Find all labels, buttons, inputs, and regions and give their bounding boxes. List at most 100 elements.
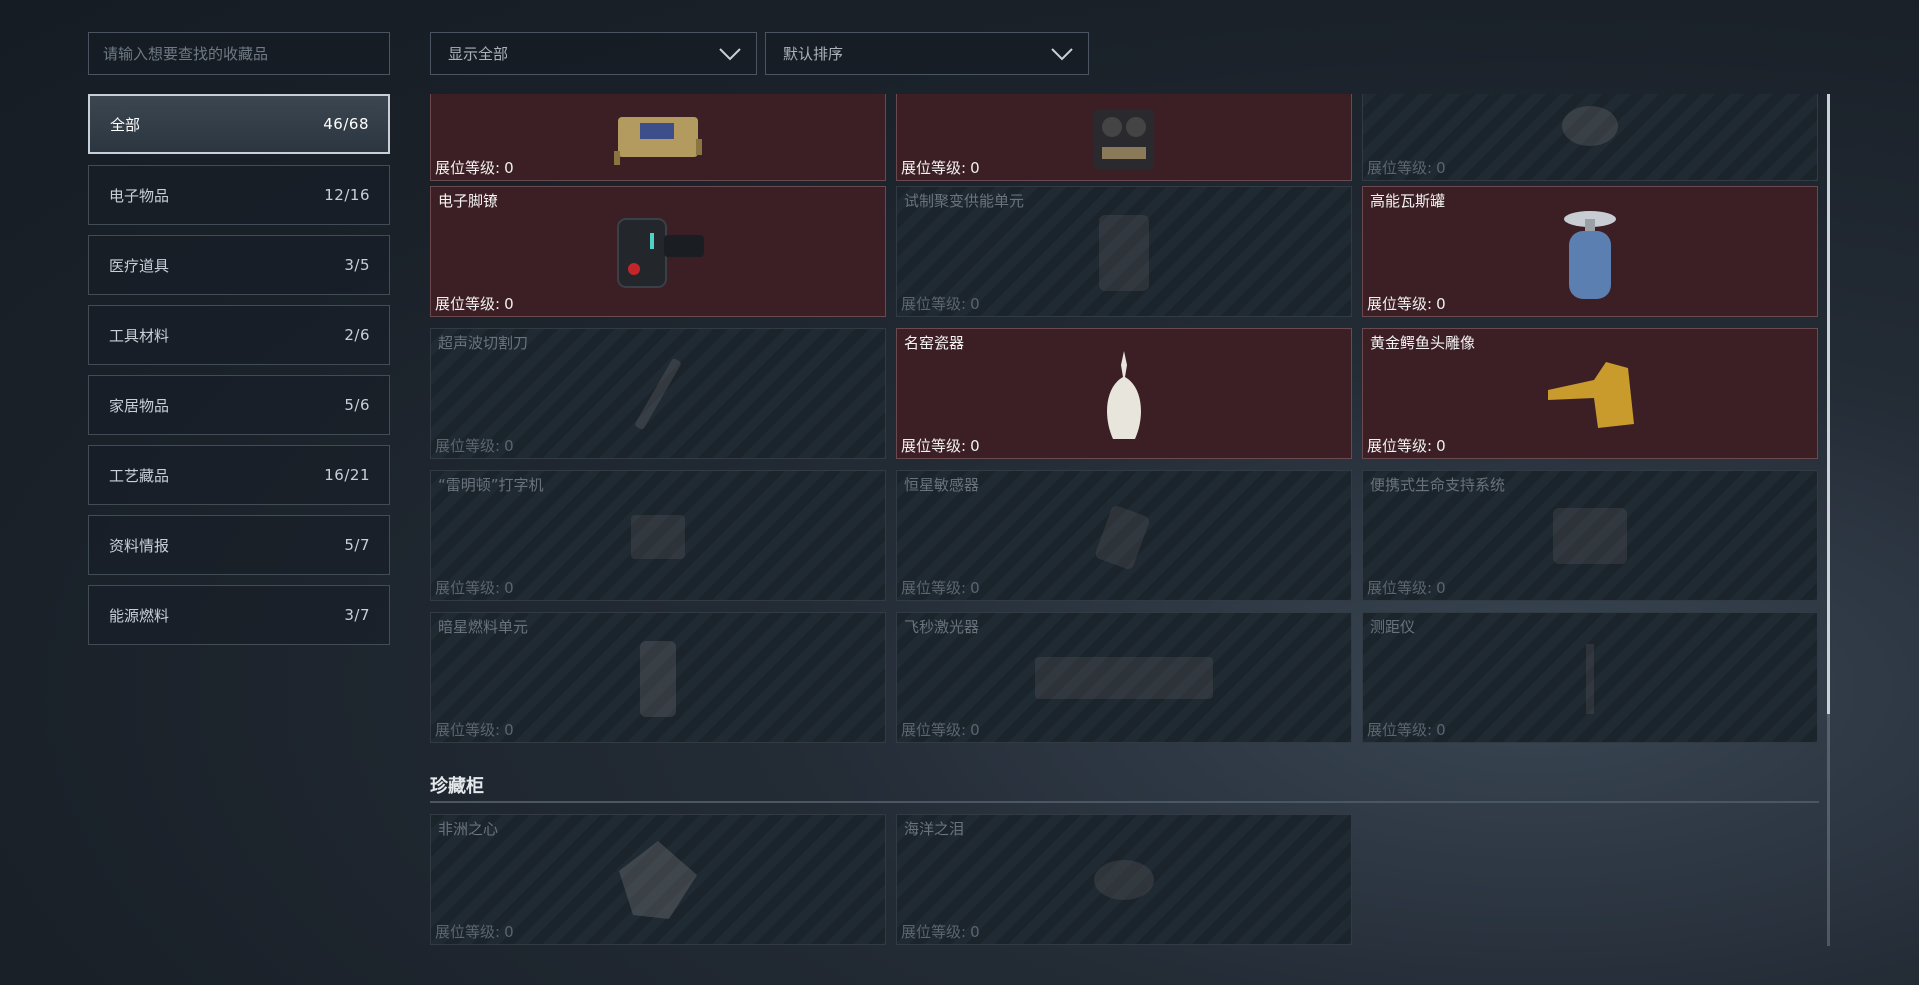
sidebar-item-fuel[interactable]: 能源燃料 3/7 — [88, 585, 390, 645]
router-device-icon — [614, 116, 702, 165]
item-name: 非洲之心 — [438, 820, 499, 838]
item-name: 试制聚变供能单元 — [904, 192, 1025, 210]
sidebar-item-all[interactable]: 全部 46/68 — [88, 94, 390, 154]
collection-card[interactable]: 试制聚变供能单元 展位等级: 0 — [896, 186, 1352, 317]
artifact-icon — [1562, 105, 1618, 146]
sidebar-item-count: 2/6 — [344, 326, 370, 344]
sidebar-item-count: 16/21 — [324, 466, 370, 484]
gold-crocodile-icon — [1548, 361, 1634, 428]
collection-card[interactable]: 超声波切割刀 展位等级: 0 — [430, 328, 886, 459]
typewriter-icon — [631, 514, 685, 559]
collection-card[interactable]: 飞秒激光器 展位等级: 0 — [896, 612, 1352, 743]
display-level: 展位等级: 0 — [1367, 721, 1446, 739]
display-level: 展位等级: 0 — [901, 923, 980, 941]
sidebar-item-label: 电子物品 — [109, 186, 170, 205]
collection-card[interactable]: 电子脚镣 展位等级: 0 — [430, 186, 886, 317]
item-name: “雷明顿”打字机 — [438, 476, 544, 494]
display-level: 展位等级: 0 — [1367, 437, 1446, 455]
laser-icon — [1035, 656, 1213, 699]
section-divider — [430, 801, 1819, 803]
chevron-down-icon — [719, 47, 741, 60]
chevron-down-icon — [1051, 47, 1073, 60]
sidebar-item-medical[interactable]: 医疗道具 3/5 — [88, 235, 390, 295]
sidebar-item-label: 工具材料 — [109, 326, 170, 345]
display-level: 展位等级: 0 — [901, 159, 980, 177]
display-level: 展位等级: 0 — [435, 579, 514, 597]
display-level: 展位等级: 0 — [1367, 159, 1446, 177]
item-name: 测距仪 — [1370, 618, 1416, 636]
sort-label: 默认排序 — [783, 45, 844, 63]
star-sensor-icon — [1095, 505, 1150, 569]
ankle-monitor-icon — [617, 217, 704, 288]
item-name: 暗星燃料单元 — [438, 618, 529, 636]
display-level: 展位等级: 0 — [1367, 579, 1446, 597]
collection-card[interactable]: 展位等级: 0 — [430, 94, 886, 181]
collection-card[interactable]: 暗星燃料单元 展位等级: 0 — [430, 612, 886, 743]
item-name: 高能瓦斯罐 — [1370, 192, 1446, 210]
fuel-cell-icon — [640, 640, 676, 717]
sidebar-item-label: 医疗道具 — [109, 256, 170, 275]
display-level: 展位等级: 0 — [435, 159, 514, 177]
display-level: 展位等级: 0 — [901, 579, 980, 597]
sidebar-item-count: 3/7 — [344, 606, 370, 624]
collection-card[interactable]: “雷明顿”打字机 展位等级: 0 — [430, 470, 886, 601]
item-name: 海洋之泪 — [904, 820, 965, 838]
sidebar-item-count: 3/5 — [344, 256, 370, 274]
tape-recorder-icon — [1094, 108, 1154, 169]
sidebar-item-label: 工艺藏品 — [109, 466, 170, 485]
sidebar-item-label: 全部 — [110, 115, 141, 134]
collection-card[interactable]: 展位等级: 0 — [1362, 94, 1818, 181]
display-level: 展位等级: 0 — [901, 721, 980, 739]
gem-icon — [1094, 859, 1154, 900]
sidebar-item-household[interactable]: 家居物品 5/6 — [88, 375, 390, 435]
collection-card[interactable]: 海洋之泪 展位等级: 0 — [896, 814, 1352, 945]
sidebar-item-label: 能源燃料 — [109, 606, 170, 625]
sidebar-item-count: 12/16 — [324, 186, 370, 204]
item-name: 超声波切割刀 — [438, 334, 529, 352]
sidebar-item-label: 资料情报 — [109, 536, 170, 555]
display-level: 展位等级: 0 — [901, 437, 980, 455]
collection-card[interactable]: 测距仪 展位等级: 0 — [1362, 612, 1818, 743]
sidebar-item-intel[interactable]: 资料情报 5/7 — [88, 515, 390, 575]
sort-dropdown[interactable]: 默认排序 — [765, 32, 1089, 75]
item-name: 电子脚镣 — [438, 192, 499, 210]
porcelain-vase-icon — [1107, 351, 1141, 440]
display-level: 展位等级: 0 — [435, 437, 514, 455]
search-placeholder: 请输入想要查找的收藏品 — [103, 45, 269, 63]
search-input[interactable]: 请输入想要查找的收藏品 — [88, 32, 390, 75]
collection-card[interactable]: 非洲之心 展位等级: 0 — [430, 814, 886, 945]
display-level: 展位等级: 0 — [901, 295, 980, 313]
fusion-unit-icon — [1099, 214, 1149, 291]
collection-card[interactable]: 便携式生命支持系统 展位等级: 0 — [1362, 470, 1818, 601]
diamond-icon — [619, 840, 697, 919]
sidebar-item-tools[interactable]: 工具材料 2/6 — [88, 305, 390, 365]
item-name: 名窑瓷器 — [904, 334, 965, 352]
sidebar-item-count: 5/7 — [344, 536, 370, 554]
rangefinder-icon — [1586, 643, 1594, 714]
collection-card[interactable]: 名窑瓷器 展位等级: 0 — [896, 328, 1352, 459]
sidebar-item-count: 46/68 — [323, 115, 369, 133]
display-level: 展位等级: 0 — [435, 721, 514, 739]
item-name: 飞秒激光器 — [904, 618, 980, 636]
life-support-icon — [1553, 507, 1627, 564]
scrollbar-thumb[interactable] — [1827, 94, 1830, 714]
collection-card[interactable]: 展位等级: 0 — [896, 94, 1352, 181]
item-name: 黄金鳄鱼头雕像 — [1370, 334, 1476, 352]
gas-canister-icon — [1564, 211, 1616, 300]
cutter-icon — [635, 358, 681, 429]
collection-card[interactable]: 高能瓦斯罐 展位等级: 0 — [1362, 186, 1818, 317]
sidebar-item-crafts[interactable]: 工艺藏品 16/21 — [88, 445, 390, 505]
sidebar-item-count: 5/6 — [344, 396, 370, 414]
item-name: 恒星敏感器 — [904, 476, 980, 494]
display-filter-dropdown[interactable]: 显示全部 — [430, 32, 757, 75]
sidebar-item-electronics[interactable]: 电子物品 12/16 — [88, 165, 390, 225]
item-name: 便携式生命支持系统 — [1370, 476, 1506, 494]
display-level: 展位等级: 0 — [1367, 295, 1446, 313]
collection-card[interactable]: 黄金鳄鱼头雕像 展位等级: 0 — [1362, 328, 1818, 459]
display-level: 展位等级: 0 — [435, 923, 514, 941]
cabinet-section-title: 珍藏柜 — [430, 776, 484, 797]
collection-card[interactable]: 恒星敏感器 展位等级: 0 — [896, 470, 1352, 601]
display-level: 展位等级: 0 — [435, 295, 514, 313]
collection-grid: 展位等级: 0 展位等级: 0 展位等级: 0 电子脚镣 展位等级: 0 试制聚变供能单… — [428, 94, 1818, 746]
display-filter-label: 显示全部 — [448, 45, 509, 63]
